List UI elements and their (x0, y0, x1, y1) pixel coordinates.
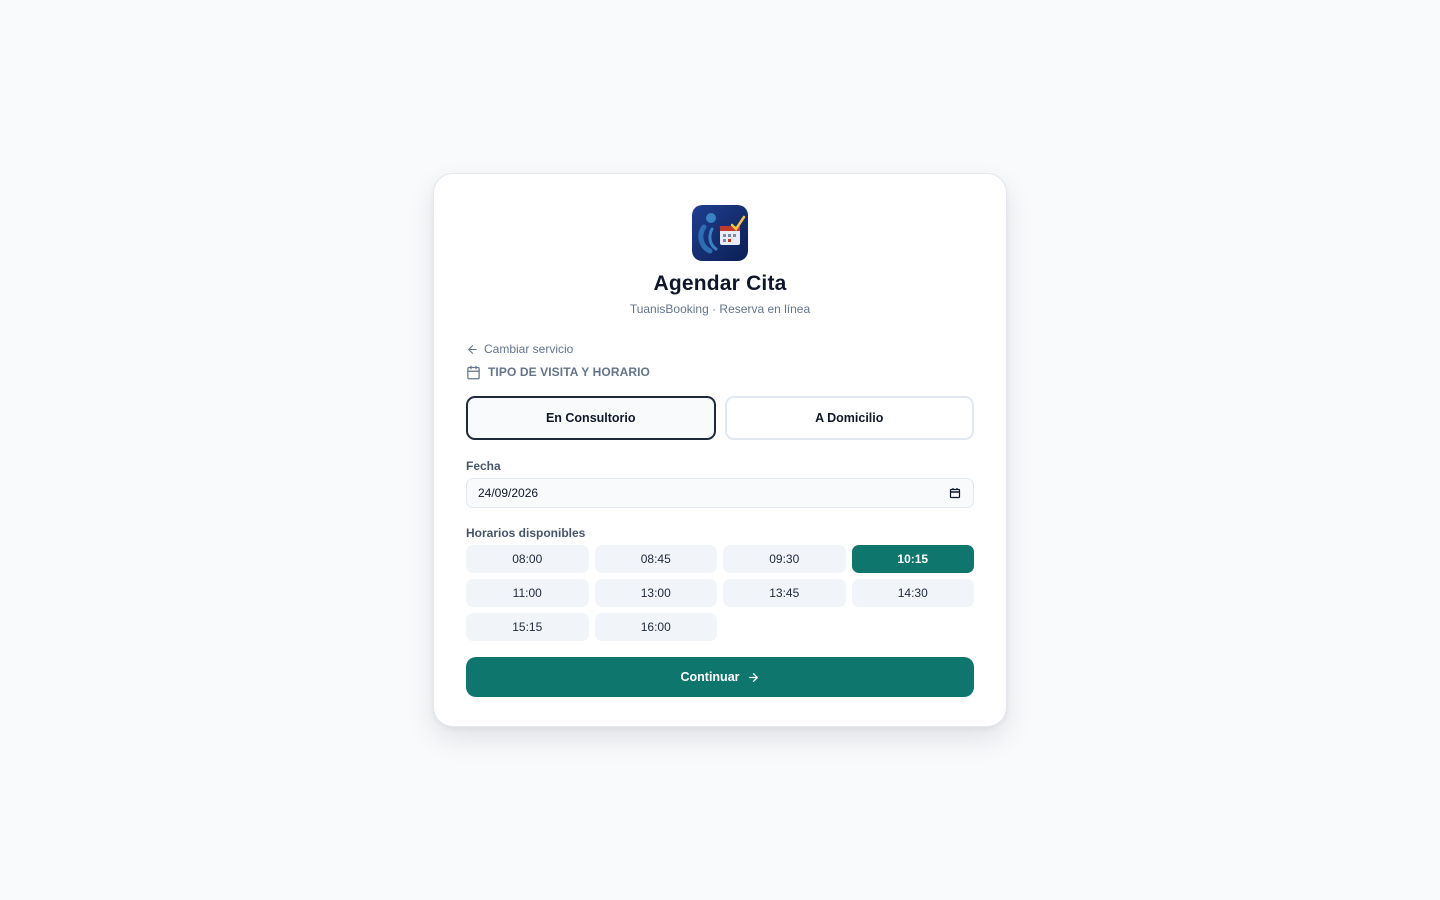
time-slot-1600[interactable]: 16:00 (594, 613, 717, 641)
calendar-picker-icon[interactable] (949, 487, 961, 499)
time-slot-0845[interactable]: 08:45 (594, 545, 717, 573)
change-service-label: Cambiar servicio (484, 342, 574, 356)
date-label: Fecha (466, 459, 501, 473)
booking-app-logo-icon (692, 205, 748, 261)
time-slot-1345[interactable]: 13:45 (723, 579, 846, 607)
time-slot-1300[interactable]: 13:00 (594, 579, 717, 607)
continue-button[interactable]: Continuar (466, 657, 974, 697)
visit-type-selector: En Consultorio A Domicilio (466, 396, 974, 440)
time-slots-grid: 08:00 08:45 09:30 10:15 11:00 13:00 13:4… (466, 545, 974, 641)
time-slot-1430[interactable]: 14:30 (851, 579, 974, 607)
arrow-left-icon (468, 344, 477, 354)
calendar-icon (467, 365, 480, 379)
page-subtitle: TuanisBooking · Reserva en línea (629, 302, 811, 316)
section-heading: TIPO DE VISITA Y HORARIO (466, 363, 974, 381)
arrow-right-icon (748, 672, 758, 682)
brand-header: Agendar Cita TuanisBooking · Reserva en … (466, 205, 974, 317)
section-title: TIPO DE VISITA Y HORARIO (488, 365, 650, 379)
continue-label: Continuar (680, 670, 740, 684)
time-slot-1515[interactable]: 15:15 (466, 613, 589, 641)
time-slot-1100[interactable]: 11:00 (466, 579, 589, 607)
date-value: 24/09/2026 (478, 486, 539, 500)
time-slot-0930[interactable]: 09:30 (723, 545, 846, 573)
booking-card: Agendar Cita TuanisBooking · Reserva en … (433, 173, 1007, 727)
slots-label: Horarios disponibles (466, 526, 586, 540)
time-slot-1015[interactable]: 10:15 (851, 545, 974, 573)
change-service-link[interactable]: Cambiar servicio (466, 341, 573, 357)
time-slot-0800[interactable]: 08:00 (466, 545, 589, 573)
visit-type-office-button[interactable]: En Consultorio (466, 396, 716, 440)
page-title: Agendar Cita (653, 272, 787, 295)
visit-type-home-button[interactable]: A Domicilio (724, 396, 974, 440)
date-input[interactable]: 24/09/2026 (466, 478, 974, 508)
